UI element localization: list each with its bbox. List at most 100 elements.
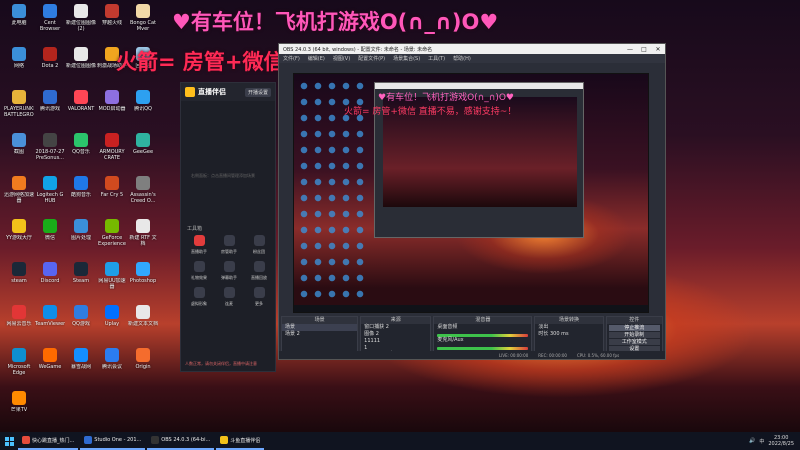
- live-settings-button[interactable]: 开播设置: [244, 87, 271, 97]
- desktop-icon[interactable]: 微信: [35, 217, 65, 253]
- taskbar-apps: 快心跳直播_热门... Studio One - 201... OBS 24.0.3…: [18, 432, 266, 450]
- desktop-icon[interactable]: Assassin's Creed O...: [128, 174, 158, 210]
- desktop-icon[interactable]: steam: [4, 260, 34, 296]
- desktop-icon[interactable]: QQ音乐: [66, 131, 96, 167]
- toolbox-item[interactable]: 更多: [245, 287, 273, 307]
- desktop-icon[interactable]: MOD启动器: [97, 88, 127, 124]
- obs-preview-canvas[interactable]: ♥有车位！飞机打游戏O(∩_∩)O♥ 火箭= 房管+微信 直播不易，感谢支持~！: [293, 73, 649, 313]
- transition-duration[interactable]: 时长 300 ms: [535, 331, 602, 338]
- scene-item[interactable]: 场景: [282, 324, 358, 331]
- desktop-icon[interactable]: 腾讯QQ: [128, 88, 158, 124]
- app-icon: [12, 262, 26, 276]
- desktop-icon[interactable]: Origin: [128, 346, 158, 382]
- toolbox-item[interactable]: 直播回放: [245, 261, 273, 281]
- source-item[interactable]: 窗口捕获 2: [361, 324, 430, 331]
- transition-type-select[interactable]: 淡出: [535, 324, 602, 331]
- taskbar-app-button[interactable]: 快心跳直播_热门...: [18, 432, 79, 450]
- desktop-icon[interactable]: Microsoft Edge: [4, 346, 34, 382]
- volume-icon[interactable]: 🔊: [749, 438, 755, 444]
- desktop-icon[interactable]: PLAYERUNKNOWN'S BATTLEGROUNDS: [4, 88, 34, 124]
- desktop-icon[interactable]: GeeGee: [128, 131, 158, 167]
- control-button[interactable]: 开始录制: [608, 332, 660, 338]
- source-item[interactable]: 图像 2: [361, 331, 430, 338]
- taskbar-app-button[interactable]: 斗鱼直播伴侣: [216, 432, 265, 450]
- mixer-meter-mic[interactable]: [437, 347, 529, 350]
- desktop-icon[interactable]: Logitech G HUB: [35, 174, 65, 210]
- desktop-icon[interactable]: 迅游网络加速器: [4, 174, 34, 210]
- desktop-icon[interactable]: QQ游戏: [66, 303, 96, 339]
- desktop-icon-label: TeamViewer: [35, 321, 65, 327]
- desktop-icon[interactable]: YY游戏大厅: [4, 217, 34, 253]
- app-icon: [74, 4, 88, 18]
- app-icon: [12, 133, 26, 147]
- minimize-icon[interactable]: —: [623, 46, 637, 53]
- app-icon: [105, 133, 119, 147]
- desktop-icon[interactable]: 网易UU加速器: [97, 260, 127, 296]
- desktop-icon-label: Dota 2: [41, 63, 59, 69]
- desktop-icon[interactable]: 芒果TV: [4, 389, 34, 425]
- desktop-icon[interactable]: Bongo Cat Mver: [128, 2, 158, 38]
- obs-menu-item[interactable]: 工具(T): [428, 55, 445, 62]
- toolbox-item[interactable]: 连麦: [215, 287, 243, 307]
- desktop-icon[interactable]: 腾讯会议: [97, 346, 127, 382]
- desktop-icon[interactable]: Discord: [35, 260, 65, 296]
- control-button[interactable]: 停止推流: [608, 325, 660, 331]
- desktop-icon[interactable]: 暴雪战网: [66, 346, 96, 382]
- desktop-icon[interactable]: 新建位图图像(2): [66, 2, 96, 38]
- toolbox-item[interactable]: 虚拟形象: [185, 287, 213, 307]
- obs-menu-item[interactable]: 视图(V): [333, 55, 350, 62]
- live-companion-window: 直播伴侣 开播设置 右侧面板：点击直播间管理添加场景 工具箱 直播助手 房管助手 粉…: [180, 82, 276, 372]
- source-item[interactable]: 11111: [361, 338, 430, 345]
- desktop-icon[interactable]: 此电脑: [4, 2, 34, 38]
- desktop-icon[interactable]: Far Cry 5: [97, 174, 127, 210]
- desktop-icon[interactable]: ARMOURY CRATE: [97, 131, 127, 167]
- taskbar-app-button[interactable]: Studio One - 201...: [80, 432, 146, 450]
- desktop-icon[interactable]: Steam: [66, 260, 96, 296]
- toolbox-item[interactable]: 礼物效果: [185, 261, 213, 281]
- desktop-icon[interactable]: 新建 RTF 文档: [128, 217, 158, 253]
- desktop-icon[interactable]: GeForce Experience: [97, 217, 127, 253]
- obs-menu-item[interactable]: 文件(F): [283, 55, 300, 62]
- desktop-icon[interactable]: TeamViewer: [35, 303, 65, 339]
- toolbox-item[interactable]: 直播助手: [185, 235, 213, 255]
- tool-icon: [253, 287, 265, 298]
- overlay-banner-line1: ♥有车位！飞机打游戏O(∩_∩)O♥: [172, 10, 499, 34]
- obs-menu-item[interactable]: 帮助(H): [453, 55, 471, 62]
- desktop-icon[interactable]: Cent Browser: [35, 2, 65, 38]
- toolbox-item[interactable]: 房管助手: [215, 235, 243, 255]
- obs-menu-item[interactable]: 编辑(E): [308, 55, 325, 62]
- desktop-icon-label: Logitech G HUB: [36, 192, 64, 204]
- desktop-icon[interactable]: 新建位图图像: [66, 45, 96, 81]
- desktop-icon[interactable]: 腾讯游戏: [35, 88, 65, 124]
- toolbox-item[interactable]: 弹幕助手: [215, 261, 243, 281]
- desktop-icon[interactable]: 穿越火线: [97, 2, 127, 38]
- desktop-icon[interactable]: 图片处理: [66, 217, 96, 253]
- tool-icon: [253, 261, 265, 272]
- desktop-icon[interactable]: VALORANT: [66, 88, 96, 124]
- control-button[interactable]: 工作室模式: [608, 339, 660, 345]
- desktop-icon[interactable]: 新建文本文档: [128, 303, 158, 339]
- desktop-icon-label: 网络: [13, 63, 24, 69]
- taskbar-app-button[interactable]: OBS 24.0.3 (64-bi...: [147, 432, 215, 450]
- clock[interactable]: 23:00 2022/8/25: [768, 435, 794, 447]
- transition-duration-value[interactable]: 300 ms: [550, 331, 569, 337]
- desktop-icon-label: steam: [11, 278, 27, 284]
- close-icon[interactable]: ✕: [651, 46, 665, 53]
- obs-menu-item[interactable]: 场景集合(S): [393, 55, 420, 62]
- scene-item[interactable]: 场景 2: [282, 331, 357, 338]
- language-indicator[interactable]: 中: [759, 438, 764, 445]
- desktop-icon[interactable]: 酷狗音乐: [66, 174, 96, 210]
- desktop-icon[interactable]: 网易云音乐: [4, 303, 34, 339]
- toolbox-item[interactable]: 粉丝团: [245, 235, 273, 255]
- obs-menu-item[interactable]: 配置文件(P): [358, 55, 385, 62]
- desktop-icon[interactable]: 截图: [4, 131, 34, 167]
- toolbox-item-label: 连麦: [225, 301, 233, 306]
- desktop-icon[interactable]: 网络: [4, 45, 34, 81]
- maximize-icon[interactable]: □: [637, 46, 651, 53]
- desktop-icon[interactable]: Dota 2: [35, 45, 65, 81]
- desktop-icon[interactable]: Photoshop: [128, 260, 158, 296]
- desktop-icon[interactable]: WeGame: [35, 346, 65, 382]
- desktop-icon[interactable]: 2018-07-27 PreSonus...: [35, 131, 65, 167]
- desktop-icon[interactable]: Uplay: [97, 303, 127, 339]
- start-button[interactable]: [0, 432, 18, 450]
